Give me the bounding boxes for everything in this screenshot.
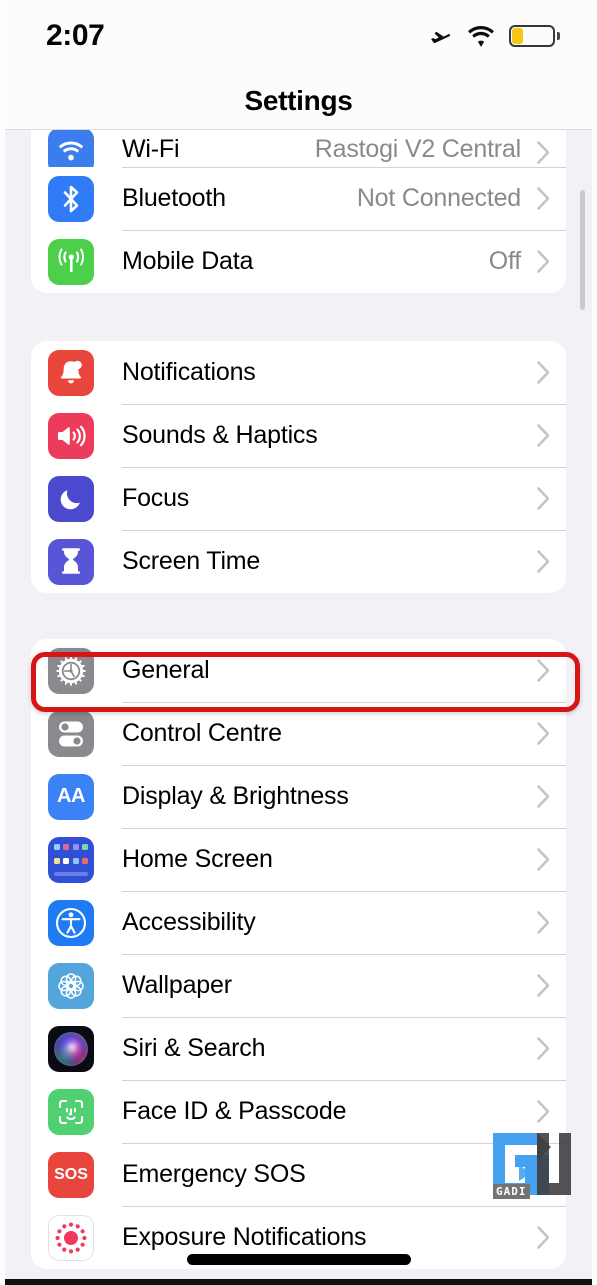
- settings-row-face-id-passcode[interactable]: Face ID & Passcode: [31, 1080, 566, 1143]
- settings-row-focus[interactable]: Focus: [31, 467, 566, 530]
- chevron-right-icon: [537, 550, 550, 573]
- aa-glyph: AA: [57, 785, 85, 807]
- chevron-right-icon: [537, 848, 550, 871]
- text-size-icon: AA: [48, 773, 94, 820]
- page-title: Settings: [244, 84, 353, 116]
- settings-row-sounds-haptics[interactable]: Sounds & Haptics: [31, 404, 566, 467]
- settings-row-label: Mobile Data: [122, 247, 254, 275]
- chevron-right-icon: [537, 1037, 550, 1060]
- chevron-right-icon: [537, 722, 550, 745]
- settings-row-bluetooth[interactable]: Bluetooth Not Connected: [31, 167, 566, 230]
- chevron-right-icon: [537, 141, 550, 164]
- navigation-bar: Settings: [0, 72, 597, 130]
- settings-scroll-area[interactable]: Wi-Fi Rastogi V2 Central Bluetooth Not C…: [0, 130, 597, 1285]
- watermark-logo: GADI: [489, 1129, 587, 1213]
- settings-row-label: Wallpaper: [122, 971, 232, 999]
- settings-row-value: Rastogi V2 Central: [314, 135, 521, 163]
- status-bar-time: 2:07: [46, 19, 105, 52]
- settings-row-label: Notifications: [122, 358, 256, 386]
- settings-row-accessibility[interactable]: Accessibility: [31, 891, 566, 954]
- settings-row-siri-search[interactable]: Siri & Search: [31, 1017, 566, 1080]
- status-bar: 2:07: [0, 0, 597, 72]
- settings-row-wifi[interactable]: Wi-Fi Rastogi V2 Central: [31, 130, 566, 174]
- settings-row-label: Control Centre: [122, 719, 282, 747]
- chevron-right-icon: [537, 1100, 550, 1123]
- settings-row-home-screen[interactable]: Home Screen: [31, 828, 566, 891]
- settings-row-general[interactable]: General: [31, 639, 566, 702]
- speaker-icon: [48, 412, 94, 459]
- settings-row-label: Bluetooth: [122, 184, 226, 212]
- right-bezel: [592, 0, 597, 1285]
- chevron-right-icon: [537, 424, 550, 447]
- chevron-right-icon: [537, 911, 550, 934]
- settings-row-label: Face ID & Passcode: [122, 1097, 347, 1125]
- settings-row-label: Sounds & Haptics: [122, 421, 318, 449]
- siri-orb-glyph: [54, 1031, 88, 1066]
- settings-group-system: General Control Centre AA Display & Brig…: [31, 639, 566, 1269]
- bell-icon: [48, 349, 94, 396]
- bottom-edge: [0, 1279, 597, 1285]
- gear-icon: [48, 647, 94, 694]
- iphone-settings-screen: 2:07 Settings Wi-Fi Rastogi V2 Central B…: [0, 0, 597, 1285]
- settings-row-label: General: [122, 656, 210, 684]
- chevron-right-icon: [537, 187, 550, 210]
- exposure-icon: [48, 1214, 94, 1261]
- settings-row-label: Home Screen: [122, 845, 273, 873]
- left-bezel: [0, 0, 5, 1285]
- chevron-right-icon: [537, 361, 550, 384]
- settings-row-label: Exposure Notifications: [122, 1223, 367, 1251]
- settings-row-label: Emergency SOS: [122, 1160, 306, 1188]
- app-grid-icon: [48, 836, 94, 883]
- mobile-data-icon: [48, 238, 94, 285]
- face-id-icon: [48, 1088, 94, 1135]
- sos-glyph: SOS: [54, 1165, 88, 1183]
- settings-row-display-brightness[interactable]: AA Display & Brightness: [31, 765, 566, 828]
- settings-row-control-centre[interactable]: Control Centre: [31, 702, 566, 765]
- airplane-mode-icon: [427, 24, 453, 48]
- settings-row-label: Display & Brightness: [122, 782, 349, 810]
- app-grid-glyph: [54, 843, 88, 876]
- settings-row-label: Siri & Search: [122, 1034, 266, 1062]
- settings-group-alerts: Notifications Sounds & Haptics Focus Scr…: [31, 341, 566, 593]
- battery-icon: [509, 25, 560, 47]
- settings-row-label: Wi-Fi: [122, 135, 180, 163]
- siri-orb-icon: [48, 1025, 94, 1072]
- chevron-right-icon: [537, 487, 550, 510]
- bluetooth-icon: [48, 175, 94, 222]
- settings-row-notifications[interactable]: Notifications: [31, 341, 566, 404]
- chevron-right-icon: [537, 1226, 550, 1249]
- flower-icon: [48, 962, 94, 1009]
- hourglass-icon: [48, 538, 94, 585]
- settings-row-label: Focus: [122, 484, 190, 512]
- moon-icon: [48, 475, 94, 522]
- chevron-right-icon: [537, 785, 550, 808]
- settings-row-emergency-sos[interactable]: SOS Emergency SOS: [31, 1143, 566, 1206]
- status-bar-icons: [427, 24, 560, 48]
- settings-row-value: Off: [488, 247, 521, 275]
- settings-row-value: Not Connected: [356, 184, 521, 212]
- chevron-right-icon: [537, 974, 550, 997]
- home-indicator: [186, 1254, 411, 1265]
- chevron-right-icon: [537, 250, 550, 273]
- wifi-icon: [467, 25, 495, 47]
- settings-row-screen-time[interactable]: Screen Time: [31, 530, 566, 593]
- settings-row-label: Screen Time: [122, 547, 261, 575]
- toggles-icon: [48, 710, 94, 757]
- settings-row-mobile-data[interactable]: Mobile Data Off: [31, 230, 566, 293]
- watermark-text: GADI: [493, 1184, 530, 1199]
- vertical-scrollbar[interactable]: [580, 190, 585, 310]
- accessibility-icon: [48, 899, 94, 946]
- settings-row-label: Accessibility: [122, 908, 256, 936]
- chevron-right-icon: [537, 659, 550, 682]
- settings-group-connectivity: Wi-Fi Rastogi V2 Central Bluetooth Not C…: [31, 130, 566, 293]
- sos-icon: SOS: [48, 1151, 94, 1198]
- settings-row-wallpaper[interactable]: Wallpaper: [31, 954, 566, 1017]
